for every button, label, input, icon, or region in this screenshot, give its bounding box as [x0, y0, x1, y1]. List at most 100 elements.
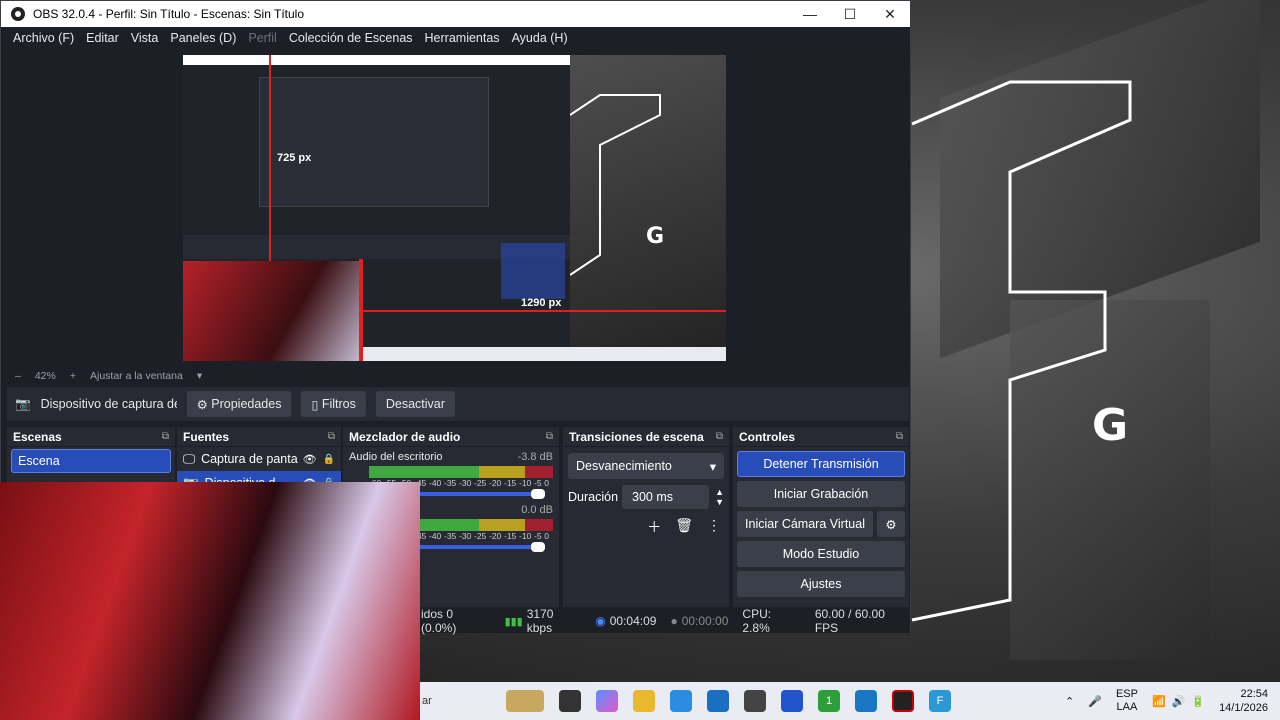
add-icon[interactable]: ＋ — [647, 517, 661, 537]
app-icon[interactable] — [744, 690, 766, 712]
source-item[interactable]: 🖵 Captura de panta 👁 🔒 — [177, 447, 341, 471]
transition-select[interactable]: Desvanecimiento ▾ — [568, 453, 724, 479]
transitions-header: Transiciones de escena ⧉ — [563, 427, 729, 447]
selected-source-name: Dispositivo de captura de v — [40, 397, 177, 411]
menu-archivo[interactable]: Archivo (F) — [13, 31, 74, 45]
obs-taskbar-icon[interactable] — [892, 690, 914, 712]
clock[interactable]: 22:54 14/1/2026 — [1219, 687, 1268, 715]
lock-icon[interactable]: 🔒 — [323, 454, 335, 465]
preview-area: 725 px 1290 px G — [1, 49, 910, 367]
menu-editar[interactable]: Editar — [86, 31, 119, 45]
record-time: 00:00:00 — [681, 614, 729, 628]
zoom-minus[interactable]: – — [15, 370, 21, 382]
filters-button[interactable]: ▯ Filtros — [301, 391, 366, 417]
scenes-header: Escenas ⧉ — [7, 427, 175, 447]
webcam-overlay — [0, 482, 420, 720]
lang-bottom: LAA — [1116, 701, 1138, 713]
settings-button[interactable]: Ajustes — [737, 571, 905, 597]
task-view-icon[interactable] — [559, 690, 581, 712]
outlook-icon[interactable] — [855, 690, 877, 712]
edge-icon[interactable] — [670, 690, 692, 712]
close-button[interactable]: ✕ — [870, 1, 910, 27]
studio-mode-button[interactable]: Modo Estudio — [737, 541, 905, 567]
zoom-fit[interactable]: Ajustar a la ventana — [90, 370, 183, 382]
gear-icon: ⚙ — [196, 397, 212, 412]
slider-knob[interactable] — [531, 489, 545, 499]
undock-icon[interactable]: ⧉ — [546, 431, 553, 442]
search-box[interactable]: ar — [422, 695, 446, 707]
more-icon[interactable]: ⋮ — [707, 517, 721, 537]
deactivate-button[interactable]: Desactivar — [375, 391, 455, 417]
xbox-icon[interactable]: 1 — [818, 690, 840, 712]
store-icon[interactable] — [707, 690, 729, 712]
nested-wallpaper: G — [570, 55, 726, 361]
scene-item[interactable]: Escena — [11, 449, 171, 473]
trash-icon[interactable]: 🗑 — [675, 517, 693, 537]
volume-icon[interactable]: 🔊 — [1172, 695, 1186, 708]
zoom-value: 42% — [34, 370, 56, 382]
channel-db: -3.8 dB — [517, 451, 553, 463]
maximize-button[interactable]: ☐ — [830, 1, 870, 27]
source-label: Captura de panta — [201, 452, 298, 466]
properties-label: Propiedades — [211, 397, 282, 411]
windows-taskbar: ar 1 F ⌃ 🎤 ESP LAA 📶 🔊 🔋 22:54 14/1/2026 — [420, 682, 1280, 720]
wifi-icon[interactable]: 📶 — [1152, 695, 1166, 708]
clock-time: 22:54 — [1240, 688, 1268, 700]
controls-header: Controles ⧉ — [733, 427, 909, 447]
controls-dock: Controles ⧉ Detener Transmisión Iniciar … — [733, 427, 909, 607]
bitrate: 3170 kbps — [526, 607, 554, 635]
menu-paneles[interactable]: Paneles (D) — [170, 31, 236, 45]
undock-icon[interactable]: ⧉ — [716, 431, 723, 442]
monitor-icon: 🖵 — [183, 451, 196, 466]
system-tray: ⌃ 🎤 ESP LAA 📶 🔊 🔋 22:54 14/1/2026 — [1065, 682, 1268, 720]
eye-icon[interactable]: 👁 — [303, 453, 317, 466]
copilot-icon[interactable] — [596, 690, 618, 712]
gear-icon: ⚙ — [885, 517, 897, 532]
menu-vista[interactable]: Vista — [131, 31, 159, 45]
language-indicator[interactable]: ESP LAA — [1116, 688, 1138, 714]
duration-input[interactable]: 300 ms — [622, 485, 710, 509]
signal-icon: ▮▮▮ — [504, 615, 523, 628]
controls-title: Controles — [739, 429, 796, 444]
undock-icon[interactable]: ⧉ — [162, 431, 169, 442]
chevron-up-icon[interactable]: ⌃ — [1065, 695, 1074, 708]
virtual-cam-button[interactable]: Iniciar Cámara Virtual — [737, 511, 873, 537]
nested-size-label: 1290 px — [521, 297, 562, 309]
undock-icon[interactable]: ⧉ — [328, 431, 335, 442]
sources-header: Fuentes ⧉ — [177, 427, 341, 447]
preview-canvas[interactable]: 725 px 1290 px G — [183, 55, 726, 361]
menu-ayuda[interactable]: Ayuda (H) — [512, 31, 568, 45]
slider-knob[interactable] — [531, 542, 545, 552]
zoom-dropdown-icon[interactable]: ▾ — [197, 370, 202, 382]
stream-time: 00:04:09 — [609, 614, 657, 628]
fps: 60.00 / 60.00 FPS — [814, 607, 885, 635]
zoom-plus[interactable]: + — [70, 370, 76, 382]
title-bar: OBS 32.0.4 - Perfil: Sin Título - Escena… — [1, 1, 910, 27]
transition-value: Desvanecimiento — [576, 459, 672, 473]
f-app-icon[interactable]: F — [929, 690, 951, 712]
minimize-button[interactable]: — — [790, 1, 830, 27]
window-title: OBS 32.0.4 - Perfil: Sin Título - Escena… — [33, 7, 305, 21]
menu-herramientas[interactable]: Herramientas — [425, 31, 500, 45]
duration-label: Duración — [568, 490, 619, 504]
menu-coleccion[interactable]: Colección de Escenas — [289, 31, 413, 45]
svg-text:G: G — [646, 224, 664, 249]
properties-button[interactable]: ⚙ Propiedades — [186, 391, 292, 417]
microphone-icon[interactable]: 🎤 — [1088, 695, 1102, 708]
stop-stream-button[interactable]: Detener Transmisión — [737, 451, 905, 477]
undock-icon[interactable]: ⧉ — [896, 431, 903, 442]
sources-title: Fuentes — [183, 429, 230, 444]
virtual-cam-settings-button[interactable]: ⚙ — [877, 511, 905, 537]
bounding-guide — [269, 55, 271, 261]
transitions-title: Transiciones de escena — [569, 429, 704, 444]
filter-icon: ▯ — [311, 397, 322, 412]
file-explorer-icon[interactable] — [633, 690, 655, 712]
stepper-icon[interactable]: ▲ ▼ — [715, 487, 724, 507]
start-recording-button[interactable]: Iniciar Grabación — [737, 481, 905, 507]
widget-icon[interactable] — [506, 690, 544, 712]
notification-badge: 1 — [825, 695, 833, 707]
cpu-usage: CPU: 2.8% — [742, 607, 772, 635]
visual-studio-icon[interactable] — [781, 690, 803, 712]
menu-perfil[interactable]: Perfil — [248, 31, 276, 45]
battery-icon[interactable]: 🔋 — [1191, 695, 1205, 708]
